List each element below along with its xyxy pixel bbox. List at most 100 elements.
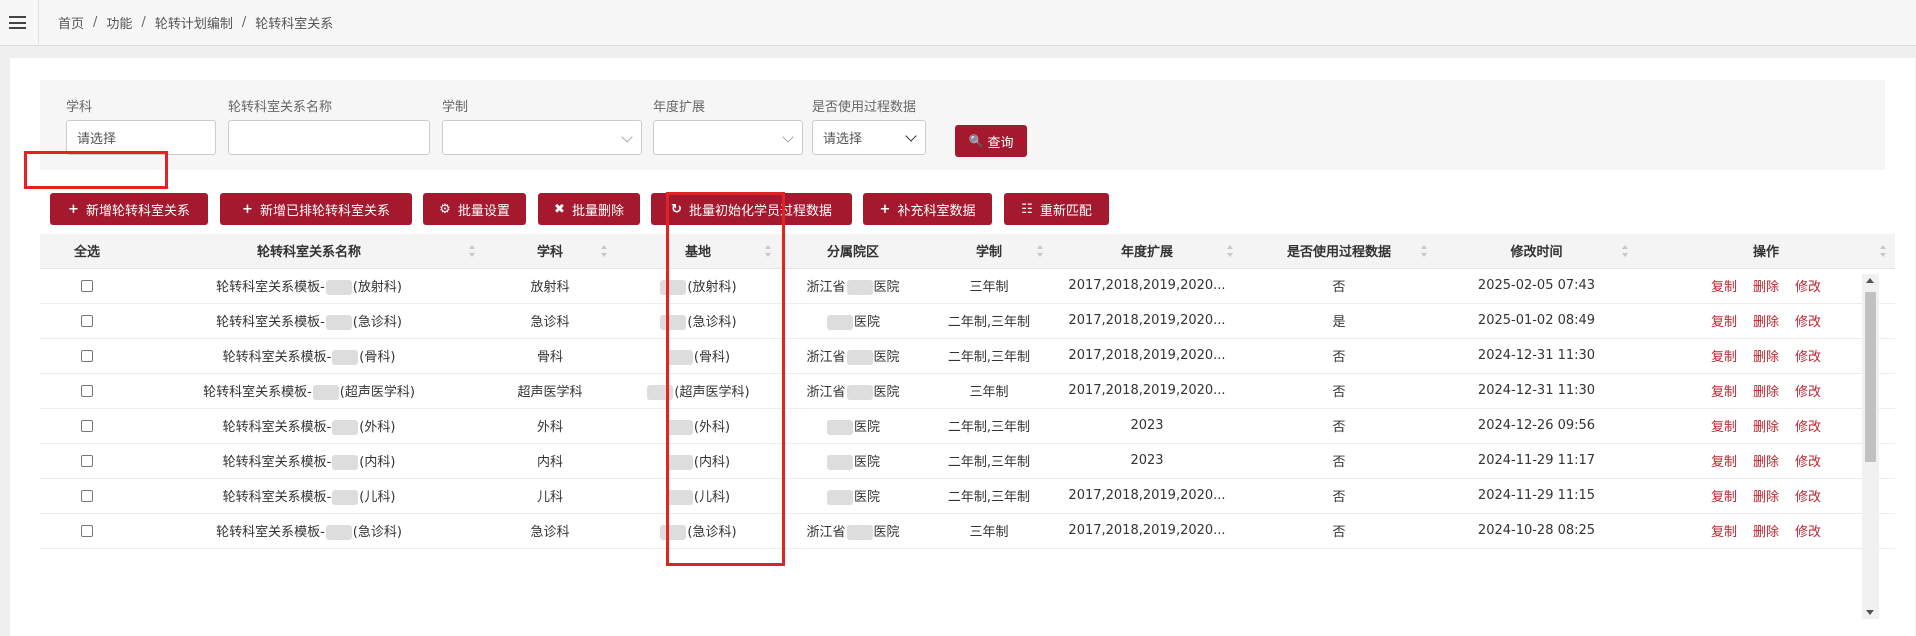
- table-row[interactable]: 轮转科室关系模板- (外科) 外科 (外科) 医院 二年制,三年制 2023 否 2024-12…: [40, 408, 1895, 444]
- menu-toggle-icon[interactable]: [0, 0, 34, 46]
- relation-name-suffix: (超声医学科): [339, 385, 415, 400]
- sort-icon[interactable]: [765, 245, 772, 257]
- copy-link[interactable]: 复制: [1711, 490, 1737, 505]
- breadcrumb: 首页 / 功能 / 轮转计划编制 / 轮转科室关系: [58, 13, 333, 32]
- program-length-select[interactable]: [442, 120, 642, 155]
- edit-link[interactable]: 修改: [1795, 420, 1821, 435]
- scroll-down-icon[interactable]: [1866, 610, 1874, 615]
- add-scheduled-relation-button[interactable]: + 新增已排轮转科室关系: [220, 193, 412, 225]
- subject-select[interactable]: 请选择: [66, 120, 216, 155]
- scroll-up-icon[interactable]: [1866, 278, 1874, 283]
- header-modified-time[interactable]: 修改时间: [1436, 234, 1637, 269]
- header-branch[interactable]: 分属院区: [780, 234, 926, 269]
- row-checkbox[interactable]: [81, 419, 93, 432]
- use-process-data-select[interactable]: 请选择: [812, 120, 926, 155]
- year-extension-select[interactable]: [653, 120, 803, 155]
- delete-link[interactable]: 删除: [1753, 280, 1779, 295]
- row-checkbox[interactable]: [81, 489, 93, 502]
- sort-icon[interactable]: [469, 245, 476, 257]
- header-base[interactable]: 基地: [616, 234, 780, 269]
- row-checkbox[interactable]: [81, 314, 93, 327]
- header-select-all[interactable]: 全选: [40, 234, 134, 269]
- edit-link[interactable]: 修改: [1795, 490, 1821, 505]
- header-program[interactable]: 学制: [926, 234, 1052, 269]
- cell-year-extension: 2017,2018,2019,2020...: [1052, 513, 1242, 549]
- copy-link[interactable]: 复制: [1711, 315, 1737, 330]
- delete-link[interactable]: 删除: [1753, 350, 1779, 365]
- delete-link[interactable]: 删除: [1753, 490, 1779, 505]
- delete-link[interactable]: 删除: [1753, 420, 1779, 435]
- breadcrumb-separator: /: [141, 15, 146, 30]
- cell-subject: 急诊科: [484, 303, 616, 339]
- copy-link[interactable]: 复制: [1711, 525, 1737, 540]
- edit-link[interactable]: 修改: [1795, 385, 1821, 400]
- cell-program: 三年制: [926, 268, 1052, 304]
- table-scrollbar[interactable]: [1862, 274, 1879, 619]
- edit-link[interactable]: 修改: [1795, 315, 1821, 330]
- delete-link[interactable]: 删除: [1753, 385, 1779, 400]
- header-subject[interactable]: 学科: [484, 234, 616, 269]
- sort-icon[interactable]: [601, 245, 608, 257]
- table-row[interactable]: 轮转科室关系模板- (急诊科) 急诊科 (急诊科) 医院 二年制,三年制 2017,2018…: [40, 303, 1895, 339]
- table-row[interactable]: 轮转科室关系模板- (超声医学科) 超声医学科 (超声医学科) 浙江省 医院 三年制 2017…: [40, 373, 1895, 409]
- breadcrumb-home[interactable]: 首页: [58, 13, 84, 32]
- edit-link[interactable]: 修改: [1795, 525, 1821, 540]
- rematch-button[interactable]: ☷ 重新匹配: [1004, 193, 1109, 225]
- add-relation-button[interactable]: + 新增轮转科室关系: [50, 193, 208, 225]
- delete-link[interactable]: 删除: [1753, 525, 1779, 540]
- breadcrumb-rotation-planning[interactable]: 轮转计划编制: [155, 13, 233, 32]
- table-row[interactable]: 轮转科室关系模板- (放射科) 放射科 (放射科) 浙江省 医院 三年制 2017,2018,…: [40, 268, 1895, 304]
- edit-link[interactable]: 修改: [1795, 455, 1821, 470]
- redacted-text: [826, 455, 853, 470]
- relation-name-prefix: 轮转科室关系模板-: [216, 280, 325, 295]
- sort-icon[interactable]: [1622, 245, 1629, 257]
- row-checkbox[interactable]: [81, 279, 93, 292]
- table-row[interactable]: 轮转科室关系模板- (儿科) 儿科 (儿科) 医院 二年制,三年制 2017,2018,20…: [40, 478, 1895, 514]
- sort-icon[interactable]: [1037, 245, 1044, 257]
- row-checkbox[interactable]: [81, 524, 93, 537]
- copy-link[interactable]: 复制: [1711, 350, 1737, 365]
- edit-link[interactable]: 修改: [1795, 280, 1821, 295]
- header-use-process-data[interactable]: 是否使用过程数据: [1242, 234, 1436, 269]
- copy-link[interactable]: 复制: [1711, 385, 1737, 400]
- batch-settings-button[interactable]: ⚙ 批量设置: [423, 193, 526, 225]
- copy-link[interactable]: 复制: [1711, 280, 1737, 295]
- table-row[interactable]: 轮转科室关系模板- (骨科) 骨科 (骨科) 浙江省 医院 二年制,三年制 2017,2018…: [40, 338, 1895, 374]
- batch-delete-button[interactable]: ✖ 批量删除: [538, 193, 640, 225]
- cell-branch: 医院: [780, 408, 926, 444]
- delete-link[interactable]: 删除: [1753, 315, 1779, 330]
- header-relation-name[interactable]: 轮转科室关系名称: [134, 234, 484, 269]
- sort-icon[interactable]: [1227, 245, 1234, 257]
- sort-icon[interactable]: [1421, 245, 1428, 257]
- branch-suffix: 医院: [853, 315, 880, 330]
- search-icon: 🔍: [968, 134, 984, 148]
- row-checkbox[interactable]: [81, 349, 93, 362]
- breadcrumb-functions[interactable]: 功能: [106, 13, 132, 32]
- cell-year-extension: 2017,2018,2019,2020...: [1052, 268, 1242, 304]
- relation-name-prefix: 轮转科室关系模板-: [222, 490, 332, 505]
- cell-use-process-data: 否: [1242, 338, 1436, 374]
- table-row[interactable]: 轮转科室关系模板- (急诊科) 急诊科 (急诊科) 浙江省 医院 三年制 2017,2018,…: [40, 513, 1895, 549]
- copy-link[interactable]: 复制: [1711, 455, 1737, 470]
- redacted-text: [312, 385, 339, 400]
- supplement-department-data-button[interactable]: + 补充科室数据: [863, 193, 992, 225]
- row-checkbox-cell: [40, 478, 134, 514]
- row-checkbox[interactable]: [81, 454, 93, 467]
- redacted-text: [826, 315, 853, 330]
- batch-init-process-data-button[interactable]: ↻ 批量初始化学员过程数据: [651, 193, 852, 225]
- row-checkbox-cell: [40, 513, 134, 549]
- plus-icon: +: [242, 201, 253, 217]
- relation-name-input[interactable]: [228, 120, 430, 155]
- row-checkbox[interactable]: [81, 384, 93, 397]
- delete-link[interactable]: 删除: [1753, 455, 1779, 470]
- header-year-extension[interactable]: 年度扩展: [1052, 234, 1242, 269]
- scrollbar-thumb[interactable]: [1865, 292, 1876, 462]
- table-row[interactable]: 轮转科室关系模板- (内科) 内科 (内科) 医院 二年制,三年制 2023 否 2024-11…: [40, 443, 1895, 479]
- cell-branch: 浙江省 医院: [780, 373, 926, 409]
- query-button[interactable]: 🔍 查询: [955, 125, 1027, 157]
- edit-link[interactable]: 修改: [1795, 350, 1821, 365]
- cell-year-extension: 2017,2018,2019,2020...: [1052, 338, 1242, 374]
- sort-icon[interactable]: [1880, 245, 1887, 257]
- cell-program: 二年制,三年制: [926, 478, 1052, 514]
- copy-link[interactable]: 复制: [1711, 420, 1737, 435]
